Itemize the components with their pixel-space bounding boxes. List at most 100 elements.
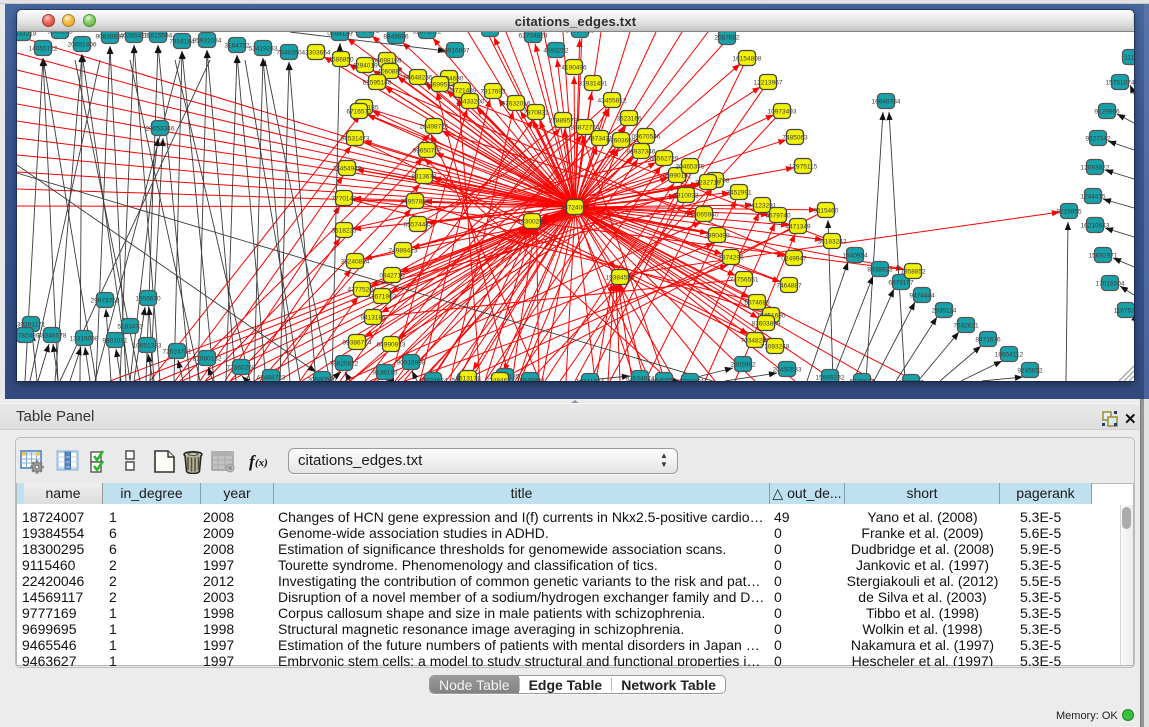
svg-text:20465375: 20465375 <box>676 164 705 171</box>
svg-text:18300295: 18300295 <box>518 219 547 226</box>
svg-text:8849696: 8849696 <box>383 34 409 41</box>
svg-text:7485063: 7485063 <box>782 135 808 142</box>
svg-text:7648350: 7648350 <box>276 50 302 57</box>
svg-text:62704828: 62704828 <box>519 33 548 40</box>
svg-text:13315098: 13315098 <box>70 336 99 343</box>
svg-text:81080132: 81080132 <box>193 356 222 363</box>
svg-text:9232719: 9232719 <box>695 180 721 187</box>
svg-text:17016504: 17016504 <box>1096 281 1125 288</box>
svg-text:5183473: 5183473 <box>117 324 143 331</box>
svg-text:5310033: 5310033 <box>673 193 699 200</box>
svg-text:7632621: 7632621 <box>953 323 979 330</box>
svg-text:9474444: 9474444 <box>909 293 935 300</box>
svg-text:12213967: 12213967 <box>754 80 783 87</box>
svg-text:4586850: 4586850 <box>328 57 354 64</box>
svg-text:9136193: 9136193 <box>372 370 398 377</box>
svg-text:10654112: 10654112 <box>995 352 1024 359</box>
svg-text:95931034: 95931034 <box>193 38 222 45</box>
svg-text:38346578: 38346578 <box>38 333 67 340</box>
svg-text:42786801: 42786801 <box>676 379 705 382</box>
svg-text:1112: 1112 <box>1124 55 1134 62</box>
svg-text:1656670: 1656670 <box>135 296 161 303</box>
svg-text:6025634: 6025634 <box>849 379 875 382</box>
svg-text:47775204: 47775204 <box>348 287 377 294</box>
svg-text:6716572: 6716572 <box>346 109 372 116</box>
svg-text:22782489: 22782489 <box>17 333 40 340</box>
svg-text:4471349: 4471349 <box>785 224 811 231</box>
svg-text:99386774: 99386774 <box>343 340 372 347</box>
svg-text:35454948: 35454948 <box>333 166 362 173</box>
svg-text:53767242: 53767242 <box>351 32 380 35</box>
svg-text:29973763: 29973763 <box>91 298 120 305</box>
svg-text:19065940: 19065940 <box>690 212 719 219</box>
svg-text:9115460: 9115460 <box>814 208 839 215</box>
svg-text:36183242: 36183242 <box>818 239 847 246</box>
svg-text:64990913: 64990913 <box>377 342 406 349</box>
svg-text:80957015: 80957015 <box>566 32 595 35</box>
svg-text:27849808: 27849808 <box>516 378 545 382</box>
svg-text:19384554: 19384554 <box>606 275 635 282</box>
svg-text:1958852: 1958852 <box>900 269 926 276</box>
svg-text:20691406: 20691406 <box>68 42 97 49</box>
svg-text:43303654: 43303654 <box>302 50 331 57</box>
svg-text:87603859: 87603859 <box>752 321 781 328</box>
svg-text:32871012: 32871012 <box>413 32 442 36</box>
svg-text:0249947: 0249947 <box>781 256 807 263</box>
svg-text:16648784: 16648784 <box>872 99 901 106</box>
svg-text:1167533: 1167533 <box>1114 308 1134 315</box>
svg-text:8938923: 8938923 <box>867 267 893 274</box>
svg-text:67632016: 67632016 <box>502 101 531 108</box>
svg-text:71093248: 71093248 <box>761 344 790 351</box>
svg-text:12975115: 12975115 <box>789 164 818 171</box>
svg-text:0842710: 0842710 <box>379 273 405 280</box>
svg-text:18724007: 18724007 <box>561 205 590 212</box>
svg-text:3990490: 3990490 <box>704 233 730 240</box>
svg-text:10651333: 10651333 <box>133 343 162 350</box>
svg-text:3623166: 3623166 <box>616 116 642 123</box>
svg-text:1244415: 1244415 <box>1080 194 1106 201</box>
svg-text:3164752: 3164752 <box>224 43 250 50</box>
svg-text:16154808: 16154808 <box>733 56 762 63</box>
svg-text:1640954: 1640954 <box>842 253 868 260</box>
svg-text:27484677: 27484677 <box>486 378 515 382</box>
svg-text:65648236: 65648236 <box>404 75 433 82</box>
svg-text:8313678: 8313678 <box>411 174 437 181</box>
svg-text:10973493: 10973493 <box>768 109 797 116</box>
svg-text:0679740: 0679740 <box>765 213 791 220</box>
svg-text:74989413: 74989413 <box>389 248 418 255</box>
svg-text:20450533: 20450533 <box>773 367 802 374</box>
svg-text:13433200: 13433200 <box>456 99 485 106</box>
svg-text:12093822: 12093822 <box>1081 165 1110 172</box>
svg-text:26916697: 26916697 <box>441 48 470 55</box>
svg-text:99650752: 99650752 <box>413 148 442 155</box>
svg-text:30980500: 30980500 <box>308 377 337 382</box>
svg-text:2805982: 2805982 <box>730 362 756 369</box>
svg-text:7917693: 7917693 <box>480 89 506 96</box>
svg-text:9600133: 9600133 <box>47 32 73 36</box>
svg-text:43455812: 43455812 <box>598 98 627 105</box>
svg-text:85574443: 85574443 <box>404 222 433 229</box>
svg-text:71756551: 71756551 <box>730 277 759 284</box>
svg-text:4190496: 4190496 <box>561 65 587 72</box>
svg-text:15869232: 15869232 <box>816 375 845 382</box>
svg-text:72624731: 72624731 <box>163 349 192 356</box>
svg-text:61595148: 61595148 <box>363 80 392 87</box>
svg-text:7452991: 7452991 <box>726 190 752 197</box>
svg-text:5674680: 5674680 <box>744 300 770 307</box>
svg-text:88937346: 88937346 <box>627 149 656 156</box>
svg-text:31931491: 31931491 <box>579 81 608 88</box>
svg-text:4893252: 4893252 <box>543 48 569 55</box>
svg-text:28498776: 28498776 <box>420 124 449 131</box>
svg-text:09670546: 09670546 <box>632 134 661 141</box>
svg-text:2935114: 2935114 <box>932 308 957 315</box>
svg-text:7874296: 7874296 <box>718 255 744 262</box>
svg-text:34957885: 34957885 <box>401 199 430 206</box>
svg-text:9301031: 9301031 <box>102 338 128 345</box>
svg-text:8215955: 8215955 <box>1056 209 1082 216</box>
svg-text:8471676: 8471676 <box>975 337 1001 344</box>
svg-text:1607337: 1607337 <box>898 380 924 382</box>
svg-text:43534624: 43534624 <box>419 378 448 382</box>
svg-text:27889579: 27889579 <box>549 118 578 125</box>
svg-text:8613171: 8613171 <box>455 376 481 382</box>
svg-text:7770143: 7770143 <box>331 196 357 203</box>
